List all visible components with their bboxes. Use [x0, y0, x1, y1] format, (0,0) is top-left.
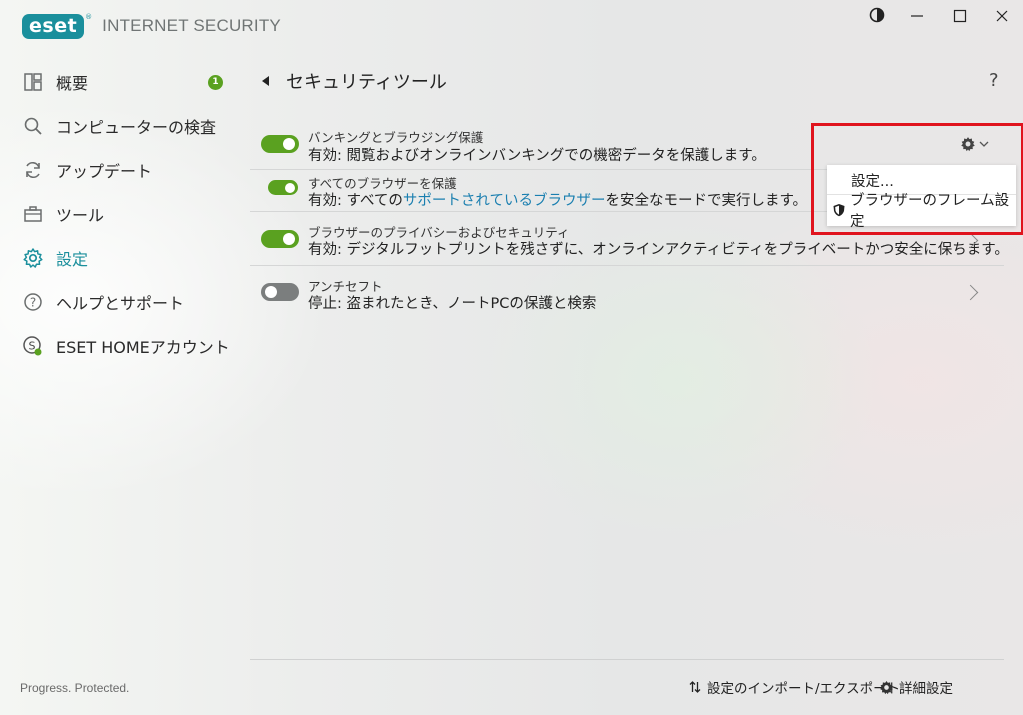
sidebar-item-label: コンピューターの検査 [56, 118, 217, 137]
sidebar-item-label: アップデート [56, 162, 153, 181]
gear-icon [960, 136, 976, 152]
app-window: eset ® INTERNET SECURITY 概要 1 コンピューターの検査… [0, 0, 1023, 715]
minimize-icon[interactable] [902, 7, 932, 29]
account-icon: S [22, 335, 44, 357]
tagline: Progress. Protected. [20, 681, 130, 695]
import-export-button[interactable]: 設定のインポート/エクスポート [689, 677, 900, 697]
toolbox-icon [22, 203, 44, 225]
toggle-privacy[interactable] [261, 230, 299, 248]
gear-menu-button[interactable] [960, 134, 989, 154]
supported-browsers-link[interactable]: サポートされているブラウザー [403, 193, 606, 209]
feature-description: 有効: すべてのサポートされているブラウザーを安全なモードで実行します。 [308, 193, 808, 209]
sidebar-item-account[interactable]: S ESET HOMEアカウント [22, 332, 230, 360]
feature-description: 有効: 閲覧およびオンラインバンキングでの機密データを保護します。 [308, 148, 766, 164]
sidebar-item-update[interactable]: アップデート [22, 156, 152, 184]
notification-badge: 1 [208, 75, 223, 90]
sidebar-item-help[interactable]: ? ヘルプとサポート [22, 288, 184, 316]
toggle-all-browsers[interactable] [268, 180, 298, 195]
refresh-icon [22, 159, 44, 181]
sidebar-item-overview[interactable]: 概要 [22, 68, 88, 96]
sidebar-item-settings[interactable]: 設定 [22, 244, 88, 272]
feature-row-antitheft[interactable]: アンチセフト 停止: 盗まれたとき、ノートPCの保護と検索 [250, 266, 1004, 318]
import-export-icon [689, 680, 701, 694]
menu-item-browser-frame-settings[interactable]: ブラウザーのフレーム設定 [827, 193, 1016, 230]
sidebar-item-label: ツール [56, 206, 105, 225]
product-name: INTERNET SECURITY [102, 16, 281, 35]
help-icon: ? [22, 291, 44, 313]
feature-description: 停止: 盗まれたとき、ノートPCの保護と検索 [308, 296, 597, 312]
search-icon [22, 115, 44, 137]
chevron-right-icon[interactable] [962, 284, 979, 301]
shield-icon [832, 203, 846, 217]
back-arrow-icon[interactable] [262, 76, 269, 86]
help-button[interactable]: ? [989, 70, 999, 91]
svg-text:?: ? [30, 296, 36, 310]
dashboard-icon [22, 71, 44, 93]
eset-logo: eset ® INTERNET SECURITY [22, 13, 281, 39]
sidebar-item-scan[interactable]: コンピューターの検査 [22, 112, 216, 140]
page-title: セキュリティツール [286, 72, 447, 93]
logo-badge: eset [22, 13, 85, 39]
advanced-settings-button[interactable]: 詳細設定 [879, 677, 953, 697]
toggle-antitheft[interactable] [261, 283, 299, 301]
feature-description: 有効: デジタルフットプリントを残さずに、オンラインアクティビティをプライベート… [308, 242, 1009, 258]
gear-icon [22, 247, 44, 269]
toggle-banking[interactable] [261, 135, 299, 153]
close-icon[interactable] [987, 7, 1017, 29]
sidebar-item-label: ヘルプとサポート [56, 294, 185, 313]
chevron-down-icon [979, 140, 989, 148]
maximize-icon[interactable] [945, 7, 975, 29]
sidebar-item-label: 設定 [56, 250, 89, 269]
page-header: セキュリティツール [262, 68, 447, 94]
sidebar-item-label: ESET HOMEアカウント [56, 338, 230, 357]
contrast-icon[interactable] [862, 7, 892, 29]
svg-text:S: S [29, 340, 36, 353]
sidebar-item-tools[interactable]: ツール [22, 200, 104, 228]
gear-icon [879, 680, 894, 695]
gear-dropdown-menu: 設定... ブラウザーのフレーム設定 [827, 165, 1016, 230]
sidebar-item-label: 概要 [56, 74, 89, 93]
